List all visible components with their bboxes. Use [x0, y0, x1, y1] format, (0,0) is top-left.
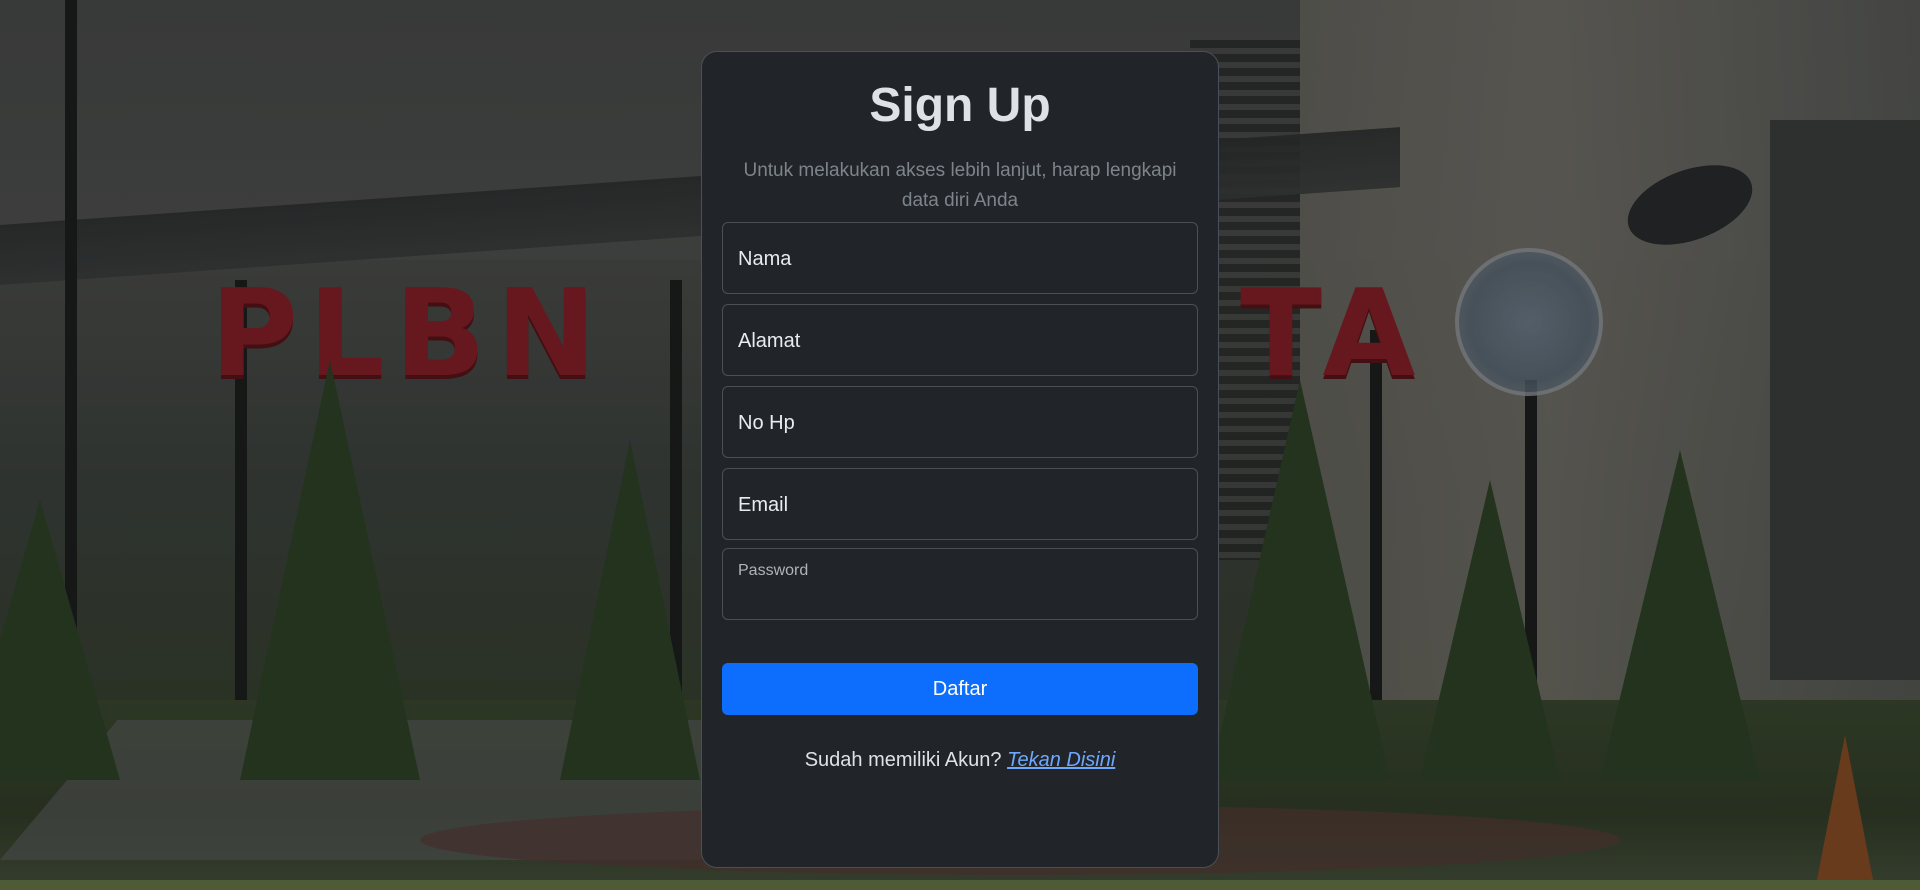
signup-form: Nama Alamat No Hp Email Password Daftar — [722, 222, 1198, 715]
email-field[interactable]: Email — [722, 468, 1198, 540]
password-field[interactable]: Password — [722, 548, 1198, 620]
daftar-button[interactable]: Daftar — [722, 663, 1198, 715]
alamat-input[interactable] — [723, 305, 1197, 375]
no-hp-input[interactable] — [723, 387, 1197, 457]
password-input[interactable] — [723, 549, 1197, 619]
no-hp-field[interactable]: No Hp — [722, 386, 1198, 458]
email-input[interactable] — [723, 469, 1197, 539]
login-link[interactable]: Tekan Disini — [1007, 749, 1115, 771]
page-title: Sign Up — [869, 79, 1051, 132]
signup-card: Sign Up Untuk melakukan akses lebih lanj… — [701, 51, 1219, 868]
alamat-field[interactable]: Alamat — [722, 304, 1198, 376]
nama-input[interactable] — [723, 223, 1197, 293]
nama-field[interactable]: Nama — [722, 222, 1198, 294]
login-prompt: Sudah memiliki Akun? Tekan Disini — [722, 749, 1198, 772]
signup-subtitle: Untuk melakukan akses lebih lanjut, hara… — [743, 160, 1177, 211]
login-prompt-text: Sudah memiliki Akun? — [804, 749, 1002, 771]
